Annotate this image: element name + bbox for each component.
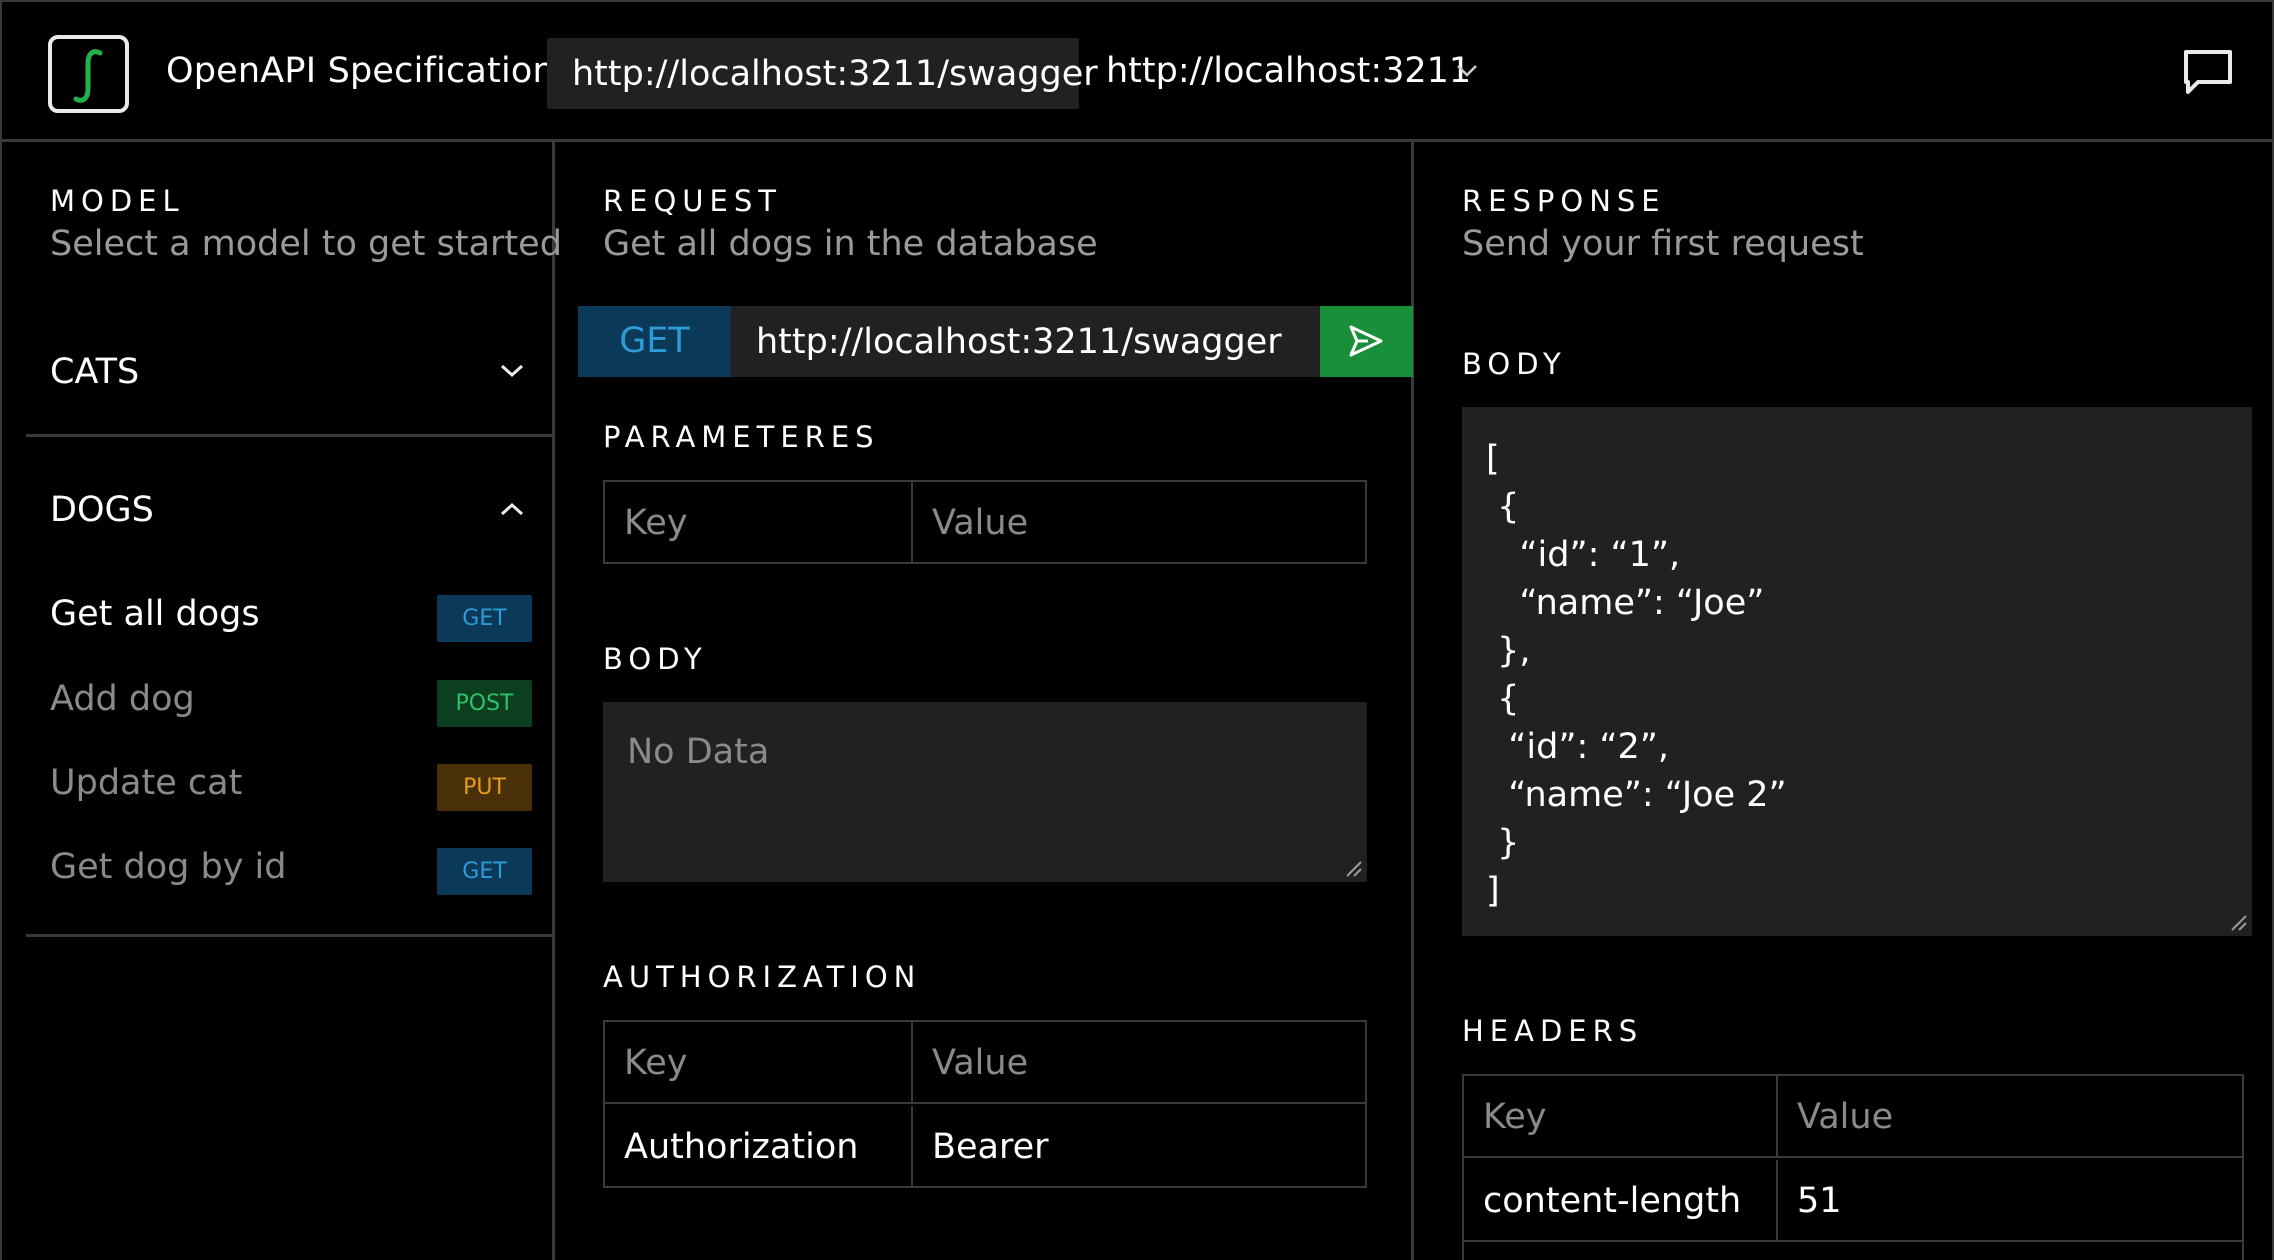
authorization-table: Key Value Authorization Bearer: [603, 1020, 1367, 1188]
integral-logo-icon: [73, 49, 103, 103]
endpoint-get-all-dogs[interactable]: Get all dogs GET: [50, 594, 532, 642]
request-url-input[interactable]: http://localhost:3211/swagger: [756, 322, 1282, 362]
request-body-textarea[interactable]: No Data: [603, 702, 1367, 882]
code-line: “id”: “2”,: [1486, 727, 1670, 767]
auth-key-input[interactable]: Key: [605, 1022, 913, 1104]
divider: [26, 934, 554, 937]
spec-url-field[interactable]: http://localhost:3211/swagger: [547, 38, 1098, 109]
header-key-input[interactable]: Key: [1464, 1076, 1778, 1158]
app-title: OpenAPI Specification: [166, 51, 555, 91]
body-label: BODY: [603, 642, 708, 676]
model-subtitle: Select a model to get started: [50, 224, 562, 264]
auth-value-input[interactable]: Value: [913, 1022, 1028, 1104]
response-body-label: BODY: [1462, 347, 1567, 381]
auth-value-cell[interactable]: Bearer: [913, 1106, 1049, 1188]
endpoint-get-dog-by-id[interactable]: Get dog by id GET: [50, 847, 532, 895]
table-row: Key Value: [605, 1022, 1365, 1104]
method-badge: PUT: [437, 764, 532, 811]
header-value-input[interactable]: Value: [1778, 1076, 1893, 1158]
body-placeholder: No Data: [627, 732, 770, 772]
table-row: Key Value: [605, 482, 1365, 564]
response-panel: RESPONSE Send your first request BODY [ …: [1414, 142, 2274, 1260]
endpoint-update-cat[interactable]: Update cat PUT: [50, 763, 532, 811]
parameters-table: Key Value: [603, 480, 1367, 564]
request-label: REQUEST: [603, 184, 782, 218]
spec-url-text: http://localhost:3211/swagger: [572, 54, 1098, 94]
param-value-input[interactable]: Value: [913, 482, 1028, 564]
code-line: “name”: “Joe”: [1486, 583, 1765, 623]
endpoint-add-dog[interactable]: Add dog POST: [50, 679, 532, 727]
model-label: MODEL: [50, 184, 185, 218]
code-line: },: [1486, 631, 1531, 671]
endpoint-label: Get all dogs: [50, 594, 260, 634]
request-subtitle: Get all dogs in the database: [603, 224, 1098, 264]
response-label: RESPONSE: [1462, 184, 1666, 218]
header-value-cell[interactable]: 51: [1778, 1160, 1842, 1242]
chevron-up-icon[interactable]: [500, 502, 524, 516]
auth-key-cell[interactable]: Authorization: [605, 1106, 913, 1188]
resize-handle-icon[interactable]: [1343, 858, 1363, 878]
chevron-down-icon[interactable]: [500, 364, 524, 378]
table-row: Key Value: [1464, 1076, 2242, 1158]
response-json: [ { “id”: “1”, “name”: “Joe” }, { “id”: …: [1486, 435, 1787, 915]
model-panel: MODEL Select a model to get started CATS…: [0, 142, 562, 1260]
endpoint-label: Get dog by id: [50, 847, 287, 887]
code-line: “id”: “1”,: [1486, 535, 1681, 575]
send-icon: [1349, 325, 1383, 357]
endpoint-label: Update cat: [50, 763, 243, 803]
code-line: {: [1486, 487, 1520, 527]
group-dogs[interactable]: DOGS: [50, 490, 154, 530]
resize-handle-icon[interactable]: [2228, 912, 2248, 932]
code-line: }: [1486, 823, 1520, 863]
code-line: [: [1486, 439, 1500, 479]
method-select[interactable]: GET: [578, 306, 731, 377]
code-line: “name”: “Joe 2”: [1486, 775, 1787, 815]
chat-bubble-icon[interactable]: [2182, 48, 2234, 98]
method-badge: GET: [437, 848, 532, 895]
app-logo[interactable]: [48, 35, 129, 113]
chevron-down-icon[interactable]: [1456, 64, 1478, 78]
endpoint-label: Add dog: [50, 679, 195, 719]
method-badge: POST: [437, 680, 532, 727]
response-subtitle: Send your first request: [1462, 224, 1864, 264]
table-row: Authorization Bearer: [605, 1106, 1365, 1188]
table-row: content-length 51: [1464, 1160, 2242, 1242]
code-line: {: [1486, 679, 1520, 719]
param-key-input[interactable]: Key: [605, 482, 913, 564]
code-line: ]: [1486, 871, 1500, 911]
group-cats[interactable]: CATS: [50, 352, 139, 392]
request-url-bar: GET http://localhost:3211/swagger: [578, 306, 1413, 377]
response-body-textarea[interactable]: [ { “id”: “1”, “name”: “Joe” }, { “id”: …: [1462, 407, 2252, 936]
request-panel: REQUEST Get all dogs in the database GET…: [555, 142, 1414, 1260]
send-button[interactable]: [1320, 306, 1413, 377]
headers-label: HEADERS: [1462, 1014, 1644, 1048]
header-key-cell[interactable]: content-length: [1464, 1160, 1778, 1242]
headers-table: Key Value content-length 51: [1462, 1074, 2244, 1260]
server-select[interactable]: http://localhost:3211: [1106, 51, 1471, 91]
top-bar: OpenAPI Specification http://localhost:3…: [0, 0, 2274, 142]
parameters-label: PARAMETERES: [603, 420, 880, 454]
method-badge: GET: [437, 595, 532, 642]
divider: [26, 434, 554, 437]
authorization-label: AUTHORIZATION: [603, 960, 922, 994]
